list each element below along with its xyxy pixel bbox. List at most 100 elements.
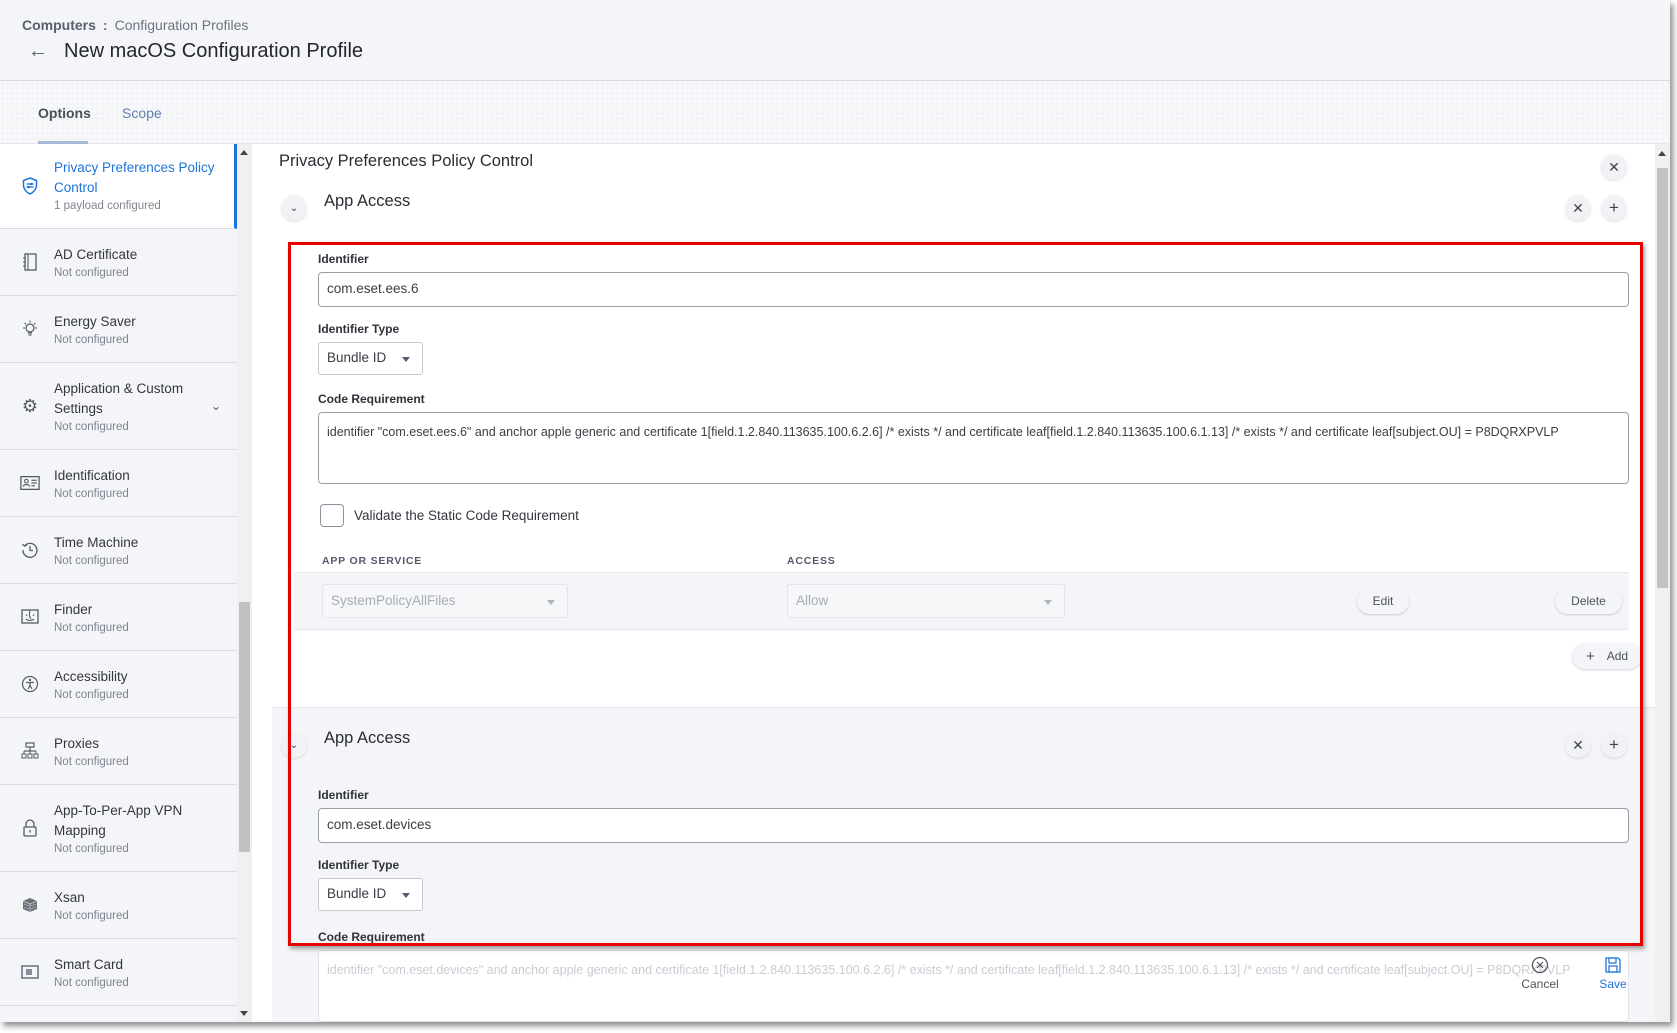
breadcrumb: Computers: Configuration Profiles: [22, 17, 248, 33]
sidebar-item-time-machine[interactable]: Time Machine Not configured: [0, 517, 237, 584]
main-scrollbar-thumb[interactable]: [1657, 168, 1668, 588]
caret-down-icon: [402, 893, 410, 898]
access-select: Allow: [787, 584, 1065, 618]
collapse-section-button[interactable]: ⌄: [281, 732, 307, 758]
identifier-type-select[interactable]: Bundle ID: [318, 878, 423, 911]
remove-section-button[interactable]: ✕: [1565, 195, 1591, 221]
code-requirement-label: Code Requirement: [318, 392, 425, 406]
cancel-label: Cancel: [1521, 977, 1559, 991]
finder-icon: [20, 607, 40, 627]
identifier-type-label: Identifier Type: [318, 322, 400, 336]
sidebar-item-smart-card[interactable]: Smart Card Not configured: [0, 939, 237, 1006]
cancel-circle-icon: [1531, 956, 1549, 974]
app-access-payload: Identifier com.eset.ees.6 Identifier Typ…: [272, 242, 1655, 717]
code-requirement-textarea[interactable]: identifier "com.eset.devices" and anchor…: [318, 950, 1629, 1022]
caret-down-icon: [547, 600, 555, 605]
plus-icon: +: [1585, 647, 1595, 665]
collapse-section-button[interactable]: ⌄: [281, 195, 307, 221]
payload-sidebar: Privacy Preferences Policy Control 1 pay…: [0, 144, 237, 1022]
caret-down-icon: [1044, 600, 1052, 605]
sidebar-item-identification[interactable]: Identification Not configured: [0, 450, 237, 517]
scroll-up-arrow-icon[interactable]: [1658, 151, 1666, 156]
certificate-icon: [20, 252, 40, 272]
add-section-button[interactable]: +: [1601, 195, 1627, 221]
sidebar-item-privacy-preferences[interactable]: Privacy Preferences Policy Control 1 pay…: [0, 144, 237, 229]
sidebar-item-status: Not configured: [54, 421, 129, 433]
sidebar-scrollbar[interactable]: [237, 144, 252, 1022]
chevron-down-icon: ⌄: [289, 202, 299, 214]
sidebar-item-accessibility[interactable]: Accessibility Not configured: [0, 651, 237, 718]
tab-options[interactable]: Options: [38, 105, 91, 121]
network-icon: [20, 741, 40, 761]
remove-section-button[interactable]: ✕: [1565, 732, 1591, 758]
close-icon: ✕: [1608, 158, 1620, 175]
chevron-down-icon[interactable]: ⌄: [211, 399, 221, 413]
scroll-up-arrow-icon[interactable]: [240, 150, 248, 155]
scroll-down-arrow-icon[interactable]: [240, 1011, 248, 1016]
edit-button[interactable]: Edit: [1357, 588, 1409, 614]
column-header-access: ACCESS: [787, 555, 836, 567]
identifier-type-select[interactable]: Bundle ID: [318, 342, 423, 375]
sidebar-item-status: Not configured: [54, 334, 129, 346]
sidebar-item-status: Not configured: [54, 555, 129, 567]
arrow-left-icon[interactable]: ←: [28, 40, 58, 63]
lock-icon: [20, 818, 40, 838]
column-header-app-or-service: APP OR SERVICE: [322, 555, 423, 567]
identifier-input[interactable]: com.eset.devices: [318, 808, 1629, 843]
identifier-type-label: Identifier Type: [318, 858, 400, 872]
section-title-app-access: App Access: [324, 729, 411, 747]
code-requirement-textarea[interactable]: identifier "com.eset.ees.6" and anchor a…: [318, 412, 1629, 484]
identifier-label: Identifier: [318, 252, 369, 266]
sidebar-item-label: AD Certificate: [54, 247, 138, 262]
sidebar-item-status: Not configured: [54, 843, 129, 855]
main-scrollbar[interactable]: [1655, 144, 1670, 1022]
sidebar-item-label: Accessibility: [54, 669, 128, 684]
sidebar-item-ad-certificate[interactable]: AD Certificate Not configured: [0, 229, 237, 296]
sidebar-item-status: Not configured: [54, 689, 129, 701]
sidebar-item-app-to-per-app-vpn[interactable]: App-To-Per-App VPN Mapping Not configure…: [0, 785, 237, 872]
sidebar-item-label: Application & Custom Settings: [54, 381, 184, 416]
access-value: Allow: [796, 593, 829, 608]
id-card-icon: [20, 473, 40, 493]
cancel-button[interactable]: Cancel: [1510, 956, 1570, 991]
save-icon: [1605, 957, 1621, 973]
breadcrumb-configuration-profiles[interactable]: Configuration Profiles: [115, 17, 249, 33]
sidebar-scrollbar-thumb[interactable]: [239, 602, 250, 852]
smart-card-icon: [20, 962, 40, 982]
gear-icon: ⚙: [21, 395, 39, 416]
sidebar-item-proxies[interactable]: Proxies Not configured: [0, 718, 237, 785]
breadcrumb-computers[interactable]: Computers: [22, 17, 96, 33]
validate-static-code-checkbox[interactable]: [320, 504, 344, 527]
sidebar-item-energy-saver[interactable]: Energy Saver Not configured: [0, 296, 237, 363]
app-or-service-select: SystemPolicyAllFiles: [322, 584, 568, 618]
accessibility-icon: [20, 674, 40, 694]
sidebar-item-status: Not configured: [54, 977, 129, 989]
sidebar-item-application-custom-settings[interactable]: ⚙ Application & Custom Settings Not conf…: [0, 363, 237, 450]
delete-button[interactable]: Delete: [1555, 588, 1622, 614]
footer-actions: Cancel Save: [1510, 956, 1650, 1016]
save-button[interactable]: Save: [1588, 956, 1638, 991]
xsan-icon: [20, 895, 40, 915]
sidebar-item-label: Energy Saver: [54, 314, 136, 329]
close-icon: ✕: [1572, 199, 1584, 216]
plus-icon: +: [1609, 735, 1619, 754]
shield-settings-icon: [20, 176, 40, 196]
close-icon: ✕: [1572, 736, 1584, 753]
sidebar-item-status: Not configured: [54, 622, 129, 634]
tab-scope[interactable]: Scope: [122, 105, 162, 121]
sidebar-item-label: Proxies: [54, 736, 100, 751]
sidebar-item-label: Xsan: [54, 890, 85, 905]
sidebar-item-finder[interactable]: Finder Not configured: [0, 584, 237, 651]
sidebar-item-xsan[interactable]: Xsan Not configured: [0, 872, 237, 939]
validate-static-code-label: Validate the Static Code Requirement: [354, 508, 579, 523]
identifier-input[interactable]: com.eset.ees.6: [318, 272, 1629, 307]
page-title: New macOS Configuration Profile: [64, 40, 364, 62]
add-label: Add: [1606, 649, 1629, 663]
payload-editor: Privacy Preferences Policy Control ✕ ⌄ A…: [252, 144, 1655, 1022]
close-payload-button[interactable]: ✕: [1601, 154, 1627, 180]
add-section-button[interactable]: +: [1601, 732, 1627, 758]
sidebar-item-status: Not configured: [54, 267, 129, 279]
sidebar-item-label: Privacy Preferences Policy Control: [54, 160, 215, 195]
caret-down-icon: [402, 357, 410, 362]
add-row-button[interactable]: + Add: [1572, 643, 1642, 669]
